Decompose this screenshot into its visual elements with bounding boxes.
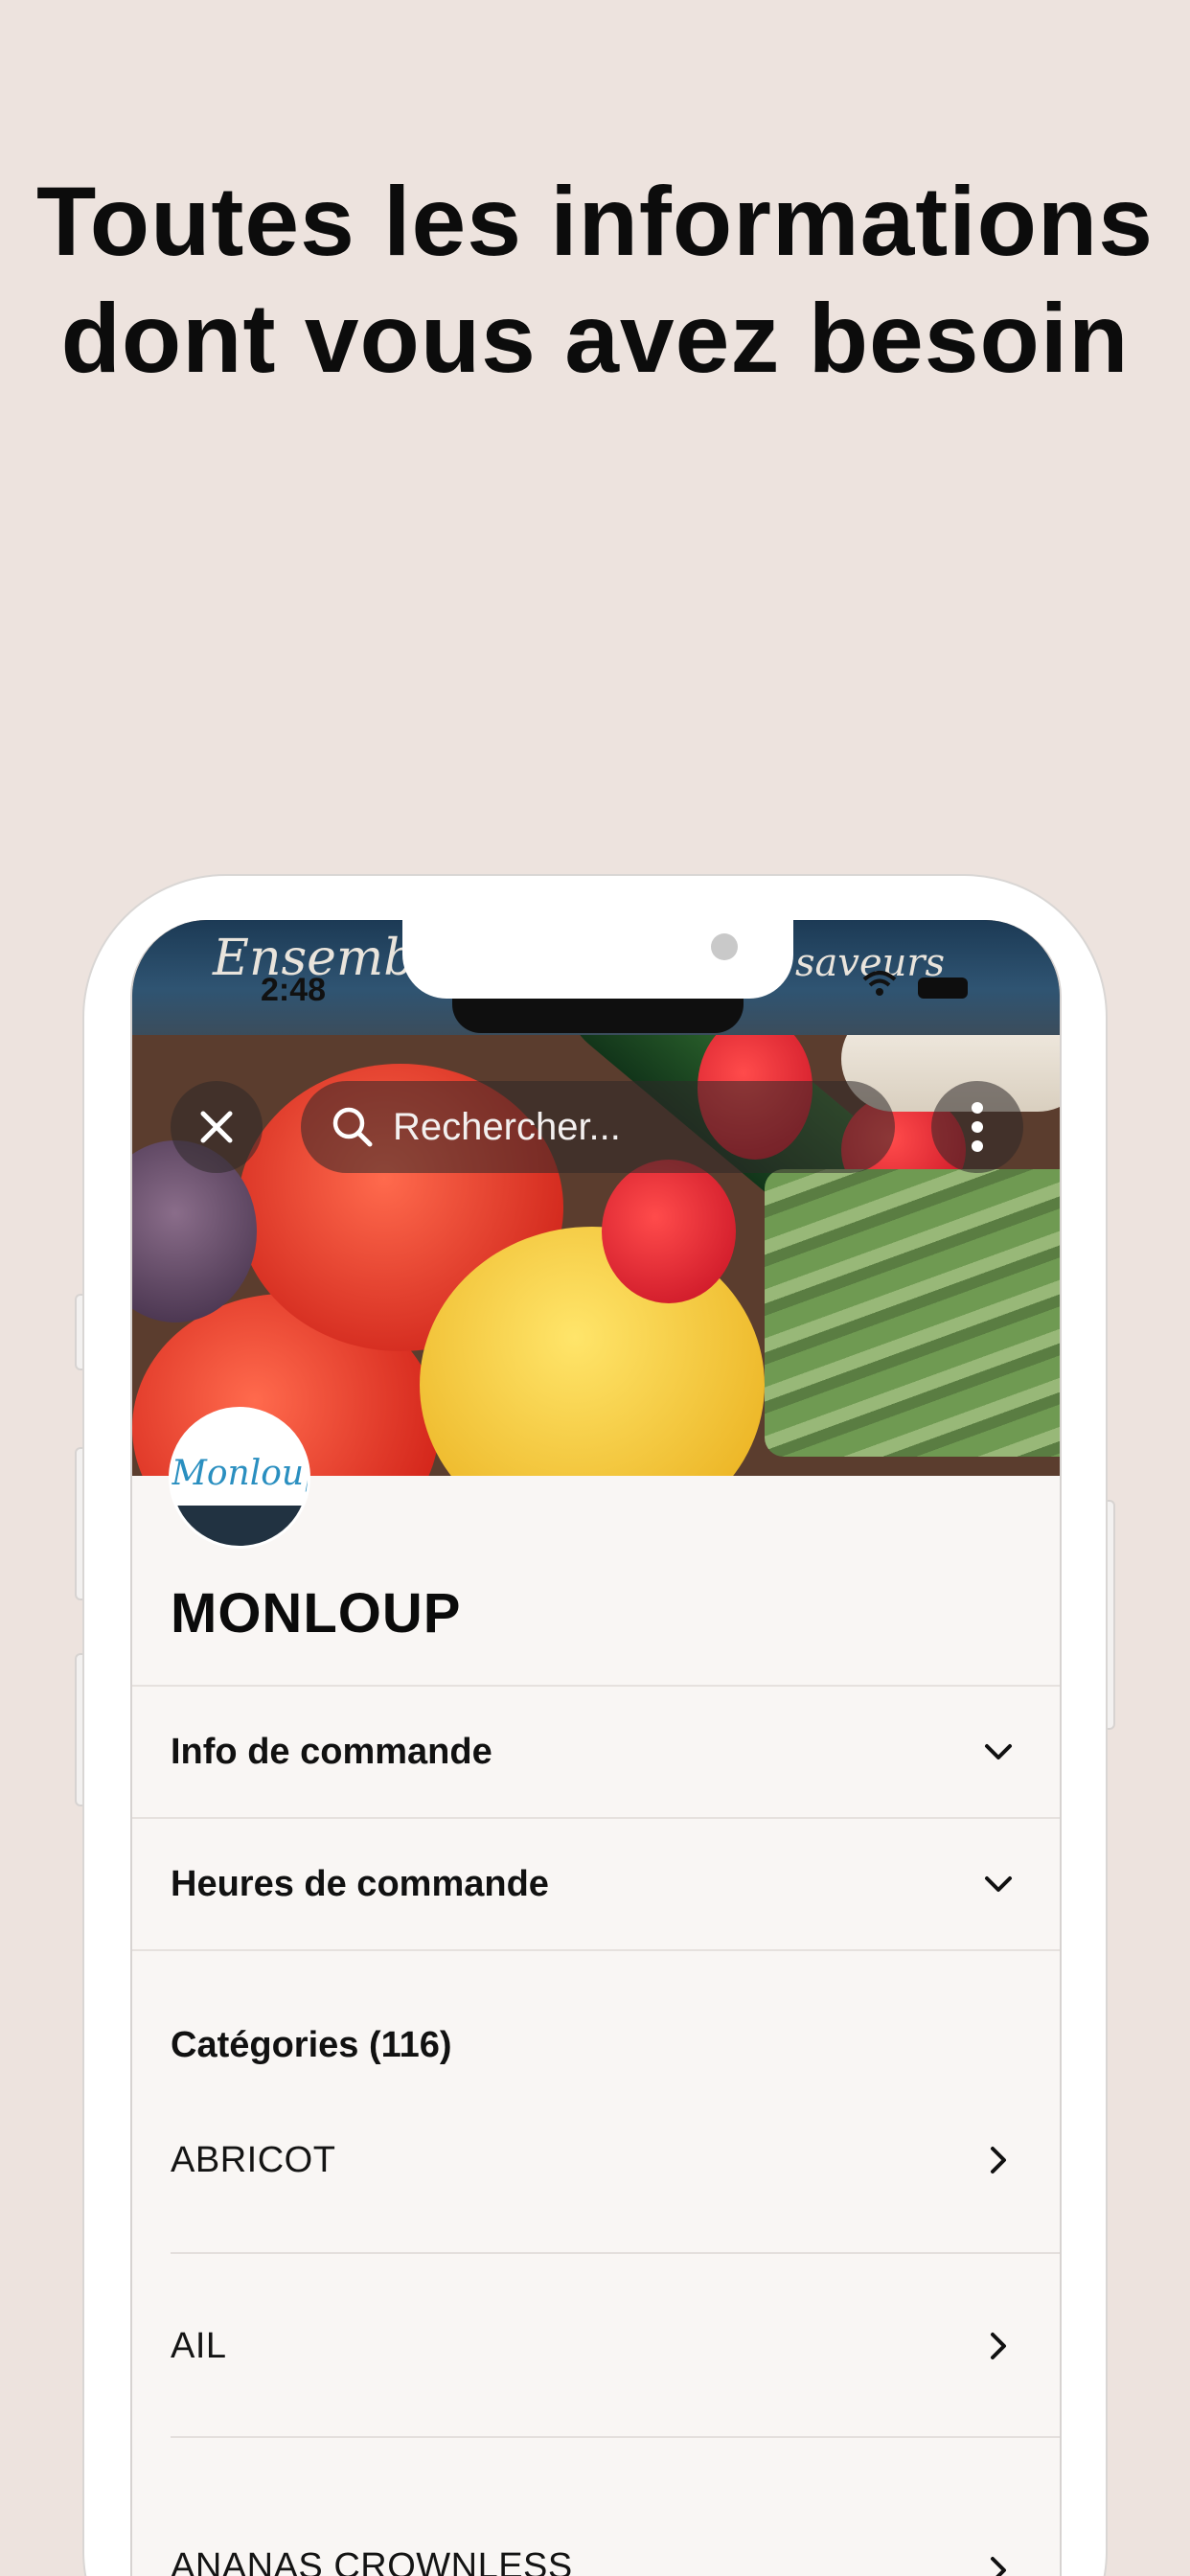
strawberry-1 bbox=[602, 1160, 736, 1303]
close-icon bbox=[200, 1111, 233, 1143]
headline: Toutes les informations dont vous avez b… bbox=[0, 163, 1190, 397]
headline-line-2: dont vous avez besoin bbox=[60, 284, 1130, 393]
shop-name: MONLOUP bbox=[171, 1582, 462, 1644]
dynamic-island bbox=[452, 999, 744, 1033]
close-button[interactable] bbox=[171, 1081, 263, 1173]
more-vertical-icon bbox=[972, 1102, 983, 1152]
chevron-right-icon bbox=[991, 2147, 1006, 2174]
asparagus bbox=[765, 1169, 1060, 1457]
logo-text: Monloup bbox=[172, 1454, 308, 1493]
wifi-icon bbox=[862, 971, 897, 996]
headline-line-1: Toutes les informations bbox=[36, 167, 1154, 276]
phone-notch bbox=[402, 920, 793, 999]
search-input-placeholder[interactable]: Rechercher... bbox=[393, 1106, 621, 1149]
search-bar[interactable]: Rechercher... bbox=[301, 1081, 895, 1173]
search-icon bbox=[332, 1107, 373, 1147]
accordion-label: Info de commande bbox=[171, 1731, 492, 1772]
accordion-label: Heures de commande bbox=[171, 1863, 549, 1904]
category-item-ananas-crownless[interactable]: ANANAS CROWNLESS bbox=[171, 2472, 1060, 2576]
more-options-button[interactable] bbox=[931, 1081, 1023, 1173]
category-label: AIL bbox=[171, 2325, 227, 2366]
list-divider bbox=[171, 2436, 1060, 2438]
chevron-right-icon bbox=[991, 2557, 1006, 2576]
logo-bottom bbox=[172, 1506, 308, 1546]
shop-logo: Monloup bbox=[169, 1407, 310, 1549]
category-item-ail[interactable]: AIL bbox=[171, 2254, 1060, 2438]
camera-dot bbox=[711, 933, 738, 960]
accordion-divider bbox=[132, 1949, 1060, 1951]
category-label: ABRICOT bbox=[171, 2139, 336, 2180]
category-item-abricot[interactable]: ABRICOT bbox=[171, 2068, 1060, 2252]
status-time: 2:48 bbox=[261, 972, 327, 1008]
chevron-right-icon bbox=[991, 2333, 1006, 2359]
chevron-down-icon bbox=[985, 1744, 1012, 1760]
categories-title: Catégories (116) bbox=[171, 2025, 452, 2065]
category-label: ANANAS CROWNLESS bbox=[171, 2546, 573, 2576]
app-screen: Ensemb saveurs 2:48 Rechercher... Monlou… bbox=[130, 920, 1062, 2576]
chevron-down-icon bbox=[985, 1876, 1012, 1892]
hero-image: Ensemb saveurs 2:48 Rechercher... bbox=[132, 920, 1060, 1476]
accordion-heures-de-commande[interactable]: Heures de commande bbox=[132, 1817, 1060, 1949]
accordion-info-de-commande[interactable]: Info de commande bbox=[132, 1685, 1060, 1817]
battery-icon bbox=[918, 978, 968, 999]
